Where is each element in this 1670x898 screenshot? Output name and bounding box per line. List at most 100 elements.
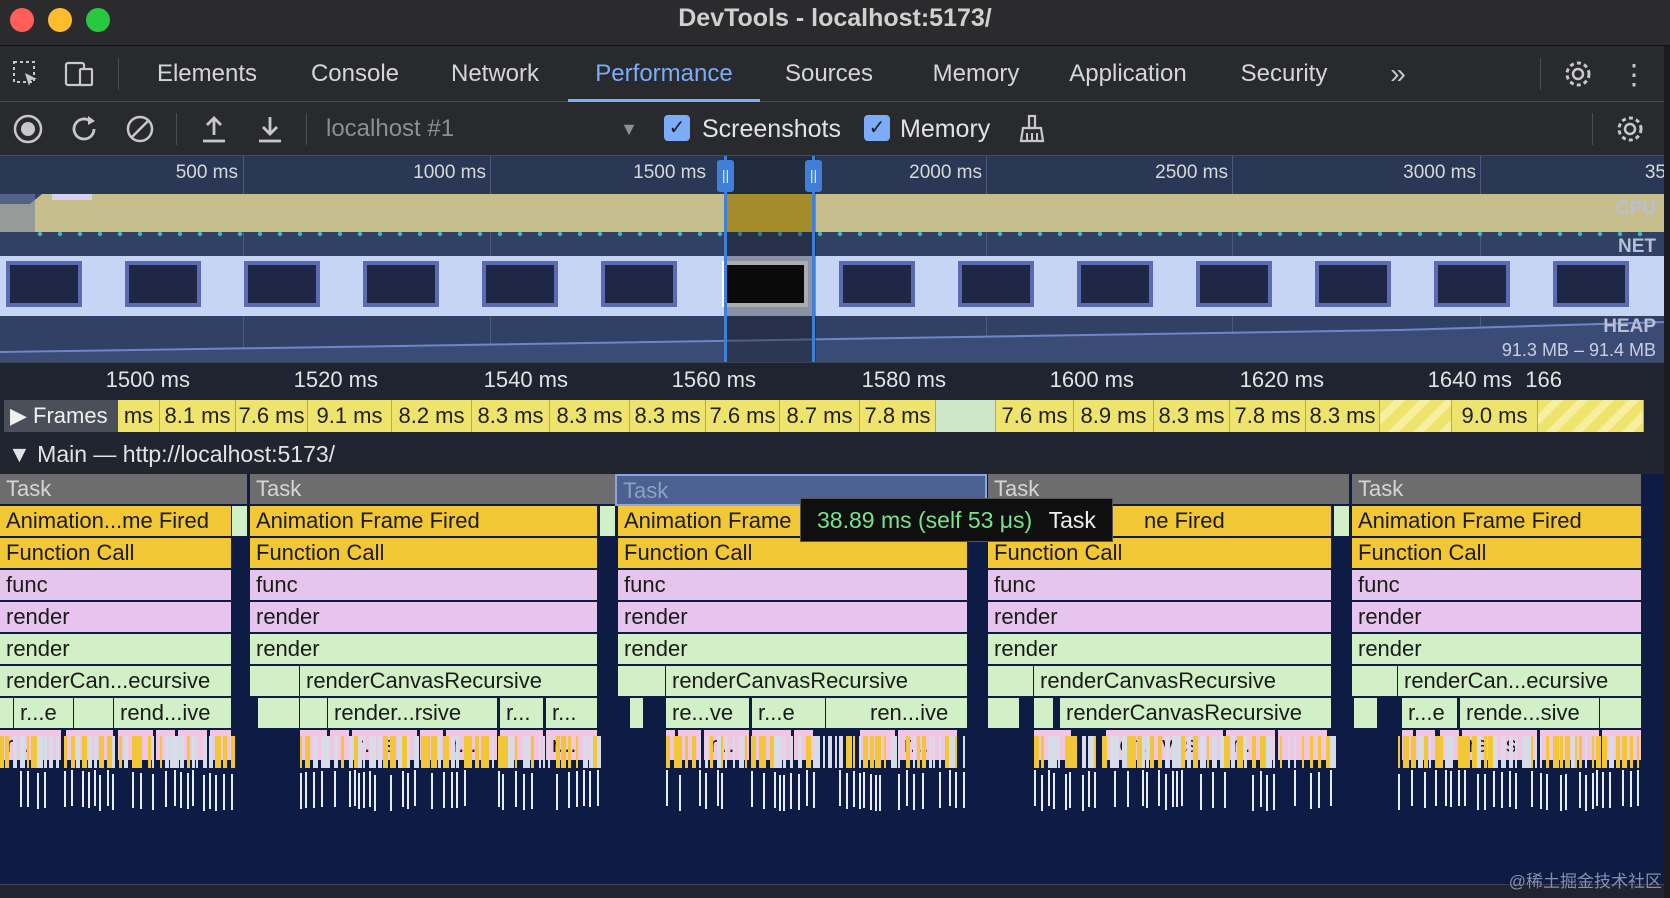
tab-security[interactable]: Security (1226, 46, 1342, 102)
tab-console[interactable]: Console (290, 46, 420, 102)
small-block[interactable] (988, 698, 1020, 730)
call-block[interactable] (223, 774, 225, 810)
call-block[interactable] (879, 736, 881, 768)
render-canvas-block[interactable]: rend...ive (114, 698, 232, 730)
small-block[interactable] (1600, 698, 1642, 730)
call-block[interactable] (305, 772, 307, 808)
call-block[interactable] (1630, 771, 1632, 807)
call-block[interactable] (414, 770, 416, 806)
call-block[interactable] (1181, 736, 1185, 768)
call-block[interactable] (1429, 736, 1431, 768)
tab-network[interactable]: Network (430, 46, 560, 102)
more-tabs-chevron-icon[interactable]: » (1380, 58, 1416, 90)
call-block[interactable] (1053, 773, 1055, 809)
screenshot-thumbnail[interactable] (839, 261, 915, 307)
render-block[interactable]: render (988, 602, 1332, 634)
call-block[interactable] (369, 771, 371, 807)
screenshot-thumbnail[interactable] (958, 261, 1034, 307)
call-block[interactable] (839, 736, 843, 768)
call-block[interactable] (1560, 736, 1563, 768)
call-block[interactable] (922, 773, 924, 809)
call-block[interactable] (1403, 736, 1409, 768)
frame-block[interactable]: 8.2 ms (392, 400, 472, 432)
call-block[interactable] (1477, 774, 1479, 810)
animation-frame-fired-block[interactable]: Animation Frame Fired (250, 506, 598, 538)
call-block[interactable] (806, 736, 811, 768)
clear-icon[interactable] (120, 102, 160, 156)
call-block[interactable] (27, 736, 29, 768)
small-block[interactable] (600, 506, 616, 538)
call-block[interactable] (1252, 775, 1254, 811)
call-block[interactable] (451, 736, 455, 768)
call-block[interactable] (1398, 736, 1400, 768)
call-block[interactable] (963, 772, 965, 808)
call-block[interactable] (112, 736, 115, 768)
call-block[interactable] (733, 736, 735, 768)
call-block[interactable] (1058, 736, 1060, 768)
call-block[interactable] (1310, 773, 1312, 809)
call-block[interactable] (1585, 736, 1587, 768)
call-block[interactable] (870, 774, 872, 810)
call-block[interactable] (751, 771, 753, 807)
call-block[interactable] (1310, 736, 1313, 768)
function-call-block[interactable]: Function Call (0, 538, 232, 570)
render-block[interactable]: render (618, 634, 968, 666)
call-block[interactable] (779, 736, 782, 768)
call-block[interactable] (1411, 736, 1416, 768)
call-block[interactable] (1553, 736, 1559, 768)
call-block[interactable] (20, 771, 22, 807)
call-block[interactable] (853, 771, 855, 807)
frame-block[interactable]: 8.3 ms (1154, 400, 1230, 432)
call-block[interactable] (721, 773, 723, 809)
call-block[interactable] (407, 736, 410, 768)
call-block[interactable] (1579, 772, 1581, 808)
call-block[interactable] (913, 774, 915, 810)
call-block[interactable] (863, 736, 868, 768)
frame-block[interactable]: 7.8 ms (860, 400, 936, 432)
call-block[interactable] (548, 736, 550, 768)
call-block[interactable] (82, 736, 87, 768)
screenshot-thumbnail[interactable] (1315, 261, 1391, 307)
call-block[interactable] (88, 736, 92, 768)
call-block[interactable] (1622, 736, 1627, 768)
call-block[interactable] (597, 770, 599, 806)
tab-elements[interactable]: Elements (142, 46, 272, 102)
func-block[interactable]: func (988, 570, 1332, 602)
call-block[interactable] (456, 736, 459, 768)
render-canvas-recursive-block[interactable]: renderCan...ecursive (1398, 666, 1642, 698)
animation-frame-fired-block[interactable]: Animation...me Fired (0, 506, 232, 538)
tab-performance[interactable]: Performance (568, 46, 760, 102)
call-block[interactable] (798, 774, 800, 810)
call-block[interactable] (679, 775, 681, 811)
call-block[interactable] (203, 775, 205, 811)
call-block[interactable] (1602, 736, 1607, 768)
call-block[interactable] (132, 772, 134, 808)
call-block[interactable] (485, 736, 489, 768)
call-block[interactable] (313, 772, 315, 808)
call-block[interactable] (1509, 771, 1511, 807)
call-block[interactable] (82, 771, 84, 807)
call-block[interactable] (1158, 736, 1162, 768)
call-block[interactable] (1609, 736, 1614, 768)
call-block[interactable] (666, 770, 668, 806)
call-block[interactable] (56, 736, 59, 768)
call-block[interactable] (666, 736, 670, 768)
call-block[interactable] (783, 775, 785, 811)
call-block[interactable] (823, 736, 825, 768)
call-block[interactable] (456, 772, 458, 808)
call-block[interactable] (37, 773, 39, 809)
call-block[interactable] (1088, 771, 1090, 807)
call-block[interactable] (231, 774, 233, 810)
call-block[interactable] (1531, 736, 1533, 768)
call-block[interactable] (390, 736, 396, 768)
render-canvas-block[interactable]: r... (546, 698, 598, 730)
call-block[interactable] (1065, 774, 1067, 810)
call-block[interactable] (402, 771, 404, 807)
call-block[interactable] (531, 773, 533, 809)
call-block[interactable] (1575, 736, 1577, 768)
call-block[interactable] (407, 773, 409, 809)
frame-block[interactable]: 9.0 ms (1452, 400, 1538, 432)
call-block[interactable] (44, 736, 47, 768)
call-block[interactable] (152, 774, 154, 810)
call-block[interactable] (1252, 736, 1256, 768)
